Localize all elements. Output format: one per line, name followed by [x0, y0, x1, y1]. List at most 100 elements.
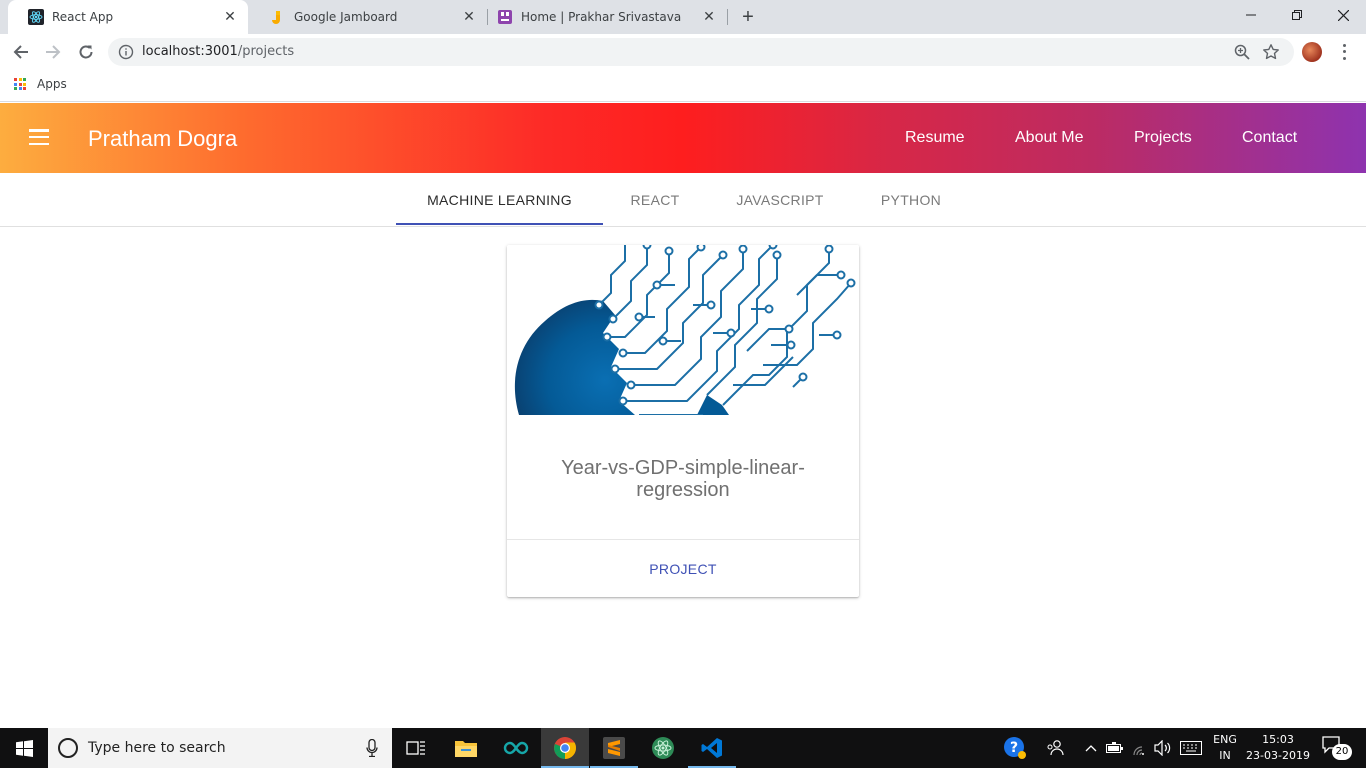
forward-arrow-icon	[46, 45, 61, 59]
react-icon	[28, 9, 44, 25]
file-explorer-button[interactable]	[442, 728, 490, 768]
wifi-icon	[1133, 746, 1144, 756]
close-icon[interactable]: ✕	[461, 9, 477, 25]
circuit-brain-illustration	[507, 245, 859, 415]
tab-separator	[727, 9, 728, 25]
help-tray-button[interactable]: ?	[1000, 728, 1030, 768]
close-icon[interactable]: ✕	[701, 9, 717, 25]
search-placeholder: Type here to search	[88, 740, 226, 756]
bookmark-apps[interactable]: Apps	[14, 77, 67, 91]
show-hidden-icons-button[interactable]	[1082, 728, 1100, 768]
url-path: /projects	[237, 44, 295, 59]
back-arrow-icon	[13, 45, 28, 59]
browser-tab-title: Home | Prakhar Srivastava	[521, 10, 682, 24]
app-header: Pratham Dogra Resume About Me Projects C…	[0, 103, 1366, 173]
sublime-text-button[interactable]	[590, 728, 638, 768]
battery-icon	[1106, 742, 1123, 753]
folder-icon	[455, 741, 477, 757]
nav-link-contact[interactable]: Contact	[1242, 129, 1297, 147]
zoom-icon[interactable]	[1234, 44, 1250, 60]
chrome-icon	[554, 737, 576, 759]
keyboard-tray-button[interactable]	[1178, 728, 1204, 768]
vscode-icon	[701, 738, 722, 758]
tab-machine-learning[interactable]: MACHINE LEARNING	[396, 173, 603, 226]
chrome-button[interactable]	[541, 728, 589, 768]
language-region: IN	[1219, 749, 1231, 762]
back-button[interactable]	[8, 39, 34, 65]
project-card: Year-vs-GDP-simple-linear-regression PRO…	[507, 245, 859, 597]
microphone-icon[interactable]	[366, 739, 378, 757]
browser-tab-title: Google Jamboard	[294, 10, 398, 24]
bookmarks-bar: Apps	[0, 70, 1366, 102]
tab-react[interactable]: REACT	[603, 173, 707, 226]
volume-tray-button[interactable]	[1152, 728, 1174, 768]
keyboard-icon	[1180, 741, 1202, 755]
restore-button[interactable]	[1274, 0, 1320, 30]
bookmark-star-icon[interactable]	[1262, 43, 1280, 61]
active-tab-indicator	[396, 223, 603, 225]
clock-time: 15:03	[1262, 733, 1294, 746]
atom-icon	[652, 737, 674, 759]
apps-grid-icon	[14, 78, 26, 90]
network-tray-button[interactable]	[1130, 728, 1152, 768]
nav-link-about-me[interactable]: About Me	[1015, 129, 1083, 147]
reload-icon	[79, 45, 93, 59]
profile-avatar[interactable]	[1302, 42, 1322, 62]
cortana-icon	[58, 738, 78, 758]
nav-link-resume[interactable]: Resume	[905, 129, 965, 147]
action-center-button[interactable]: 20	[1322, 736, 1352, 760]
tab-javascript[interactable]: JAVASCRIPT	[707, 173, 853, 226]
restore-icon	[1292, 10, 1302, 20]
sublime-text-icon	[603, 737, 625, 759]
browser-menu-icon[interactable]	[1336, 42, 1352, 62]
start-button[interactable]	[0, 728, 48, 768]
arduino-button[interactable]	[492, 728, 540, 768]
project-title: Year-vs-GDP-simple-linear-regression	[561, 457, 805, 501]
category-tabs: MACHINE LEARNING REACT JAVASCRIPT PYTHON	[0, 173, 1366, 227]
site-icon	[497, 9, 513, 25]
url-text: localhost:3001/projects	[142, 44, 294, 59]
browser-tab-jamboard[interactable]: Google Jamboard ✕	[250, 0, 487, 34]
vscode-button[interactable]	[688, 728, 736, 768]
clock-date: 23-03-2019	[1246, 749, 1310, 762]
notification-count-badge: 20	[1332, 744, 1352, 760]
windows-logo-icon	[15, 739, 33, 757]
windows-taskbar: Type here to search ? ENG IN 15:03 23-03…	[0, 728, 1366, 768]
atom-button[interactable]	[639, 728, 687, 768]
new-tab-button[interactable]: +	[737, 6, 759, 28]
minimize-button[interactable]	[1228, 0, 1274, 30]
people-icon	[1047, 740, 1064, 756]
browser-tab-strip: React App ✕ Google Jamboard ✕ Home | Pra…	[0, 0, 1366, 34]
language-indicator[interactable]: ENG IN	[1210, 732, 1240, 764]
forward-button[interactable]	[40, 39, 66, 65]
close-window-button[interactable]	[1320, 0, 1366, 30]
brand-title[interactable]: Pratham Dogra	[88, 126, 237, 152]
task-view-button[interactable]	[392, 728, 440, 768]
close-icon[interactable]: ✕	[222, 9, 238, 25]
info-icon[interactable]	[118, 44, 134, 60]
jamboard-icon	[270, 9, 286, 25]
hamburger-menu-icon[interactable]	[29, 129, 49, 145]
address-bar[interactable]: localhost:3001/projects	[108, 38, 1294, 66]
browser-tab-prakhar[interactable]: Home | Prakhar Srivastava ✕	[477, 0, 727, 34]
reload-button[interactable]	[73, 39, 99, 65]
taskbar-clock[interactable]: 15:03 23-03-2019	[1244, 732, 1312, 764]
minimize-icon	[1246, 14, 1256, 16]
svg-text:?: ?	[1010, 740, 1018, 756]
battery-tray-button[interactable]	[1104, 728, 1126, 768]
people-tray-button[interactable]	[1042, 728, 1068, 768]
tab-python[interactable]: PYTHON	[853, 173, 969, 226]
infinity-icon	[503, 741, 529, 755]
nav-link-projects[interactable]: Projects	[1134, 129, 1192, 147]
speaker-icon	[1154, 740, 1171, 756]
project-button[interactable]: PROJECT	[507, 540, 859, 597]
url-host: localhost:3001	[142, 44, 238, 59]
taskbar-search-box[interactable]: Type here to search	[48, 728, 392, 768]
browser-tab-title: React App	[52, 10, 114, 24]
language-code: ENG	[1213, 733, 1237, 746]
browser-toolbar: localhost:3001/projects	[0, 34, 1366, 70]
browser-tab-react-app[interactable]: React App ✕	[8, 0, 248, 34]
close-icon	[1337, 9, 1349, 21]
chevron-up-icon	[1085, 745, 1097, 752]
help-icon: ?	[1004, 737, 1026, 759]
